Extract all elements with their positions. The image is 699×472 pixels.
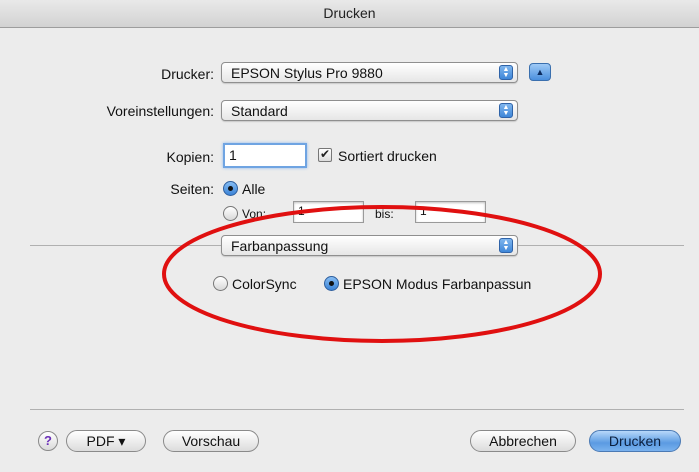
help-button[interactable]: ? — [38, 431, 58, 451]
colorsync-label: ColorSync — [232, 276, 297, 292]
colorsync-radio[interactable] — [213, 276, 228, 291]
epson-mode-label-clip: EPSON Modus Farbanpassun — [343, 276, 562, 292]
pages-to-field[interactable]: 1 — [415, 201, 486, 223]
pages-all-radio[interactable] — [223, 181, 238, 196]
copies-label: Kopien: — [166, 149, 214, 165]
pages-all-label: Alle — [242, 181, 266, 197]
collate-label: Sortiert drucken — [338, 148, 437, 164]
printer-value: EPSON Stylus Pro 9880 — [231, 65, 383, 81]
pages-from-label: Von: — [242, 207, 267, 221]
cancel-button[interactable]: Abbrechen — [470, 430, 576, 452]
copies-field[interactable]: 1 — [223, 143, 307, 168]
presets-label: Voreinstellungen: — [106, 103, 214, 119]
printer-popup[interactable]: EPSON Stylus Pro 9880 ▲ ▼ — [221, 62, 518, 83]
collate-checkbox[interactable]: ✔ — [318, 148, 332, 162]
bottom-separator — [30, 409, 684, 410]
pages-from-field[interactable]: 1 — [293, 201, 364, 223]
pages-label: Seiten: — [170, 181, 214, 197]
epson-mode-radio[interactable] — [324, 276, 339, 291]
preview-button[interactable]: Vorschau — [163, 430, 259, 452]
print-button[interactable]: Drucken — [589, 430, 681, 452]
pages-from-radio[interactable] — [223, 206, 238, 221]
pages-to-label: bis: — [375, 207, 394, 221]
pdf-button[interactable]: PDF ▾ — [66, 430, 146, 452]
popup-arrows-icon: ▲ ▼ — [499, 238, 513, 253]
presets-popup[interactable]: Standard ▲ ▼ — [221, 100, 518, 121]
epson-mode-label: EPSON Modus Farbanpassun — [343, 276, 532, 292]
popup-arrows-icon: ▲ ▼ — [499, 65, 513, 80]
window-title: Drucken — [0, 0, 699, 28]
panel-value: Farbanpassung — [231, 238, 329, 254]
panel-popup[interactable]: Farbanpassung ▲ ▼ — [221, 235, 518, 256]
presets-value: Standard — [231, 103, 288, 119]
printer-label: Drucker: — [161, 66, 214, 82]
popup-arrows-icon: ▲ ▼ — [499, 103, 513, 118]
annotation-ellipse-shape — [162, 205, 602, 343]
disclosure-triangle-icon[interactable]: ▲ — [529, 63, 551, 81]
